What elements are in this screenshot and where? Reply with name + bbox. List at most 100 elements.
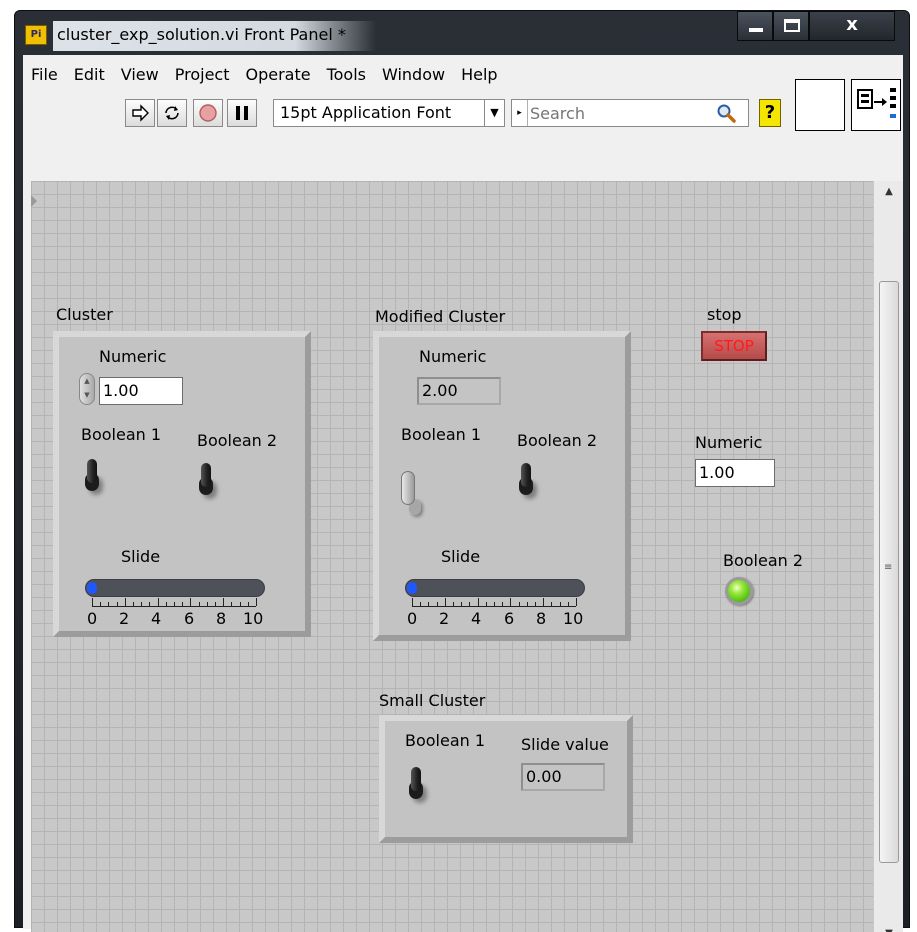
scale-tick: [576, 598, 577, 606]
scale-tick: [157, 598, 159, 606]
run-button[interactable]: [125, 99, 155, 127]
run-continuously-icon: [165, 106, 179, 120]
menu-help[interactable]: Help: [453, 61, 505, 89]
toggle-lever: [521, 463, 531, 487]
toggle-lever: [411, 767, 421, 791]
cluster-numeric-label: Numeric: [99, 347, 167, 366]
scale-tick: [453, 602, 454, 606]
panel-origin-marker: [31, 195, 37, 207]
scroll-up-icon[interactable]: ▲: [874, 181, 904, 203]
scale-tick: [116, 602, 118, 606]
cluster-numeric-control[interactable]: 1.00: [99, 377, 183, 405]
boolean2-led: [725, 577, 753, 605]
scale-tick: [223, 598, 225, 606]
small-boolean1-switch[interactable]: [409, 767, 423, 799]
scale-tick: [124, 598, 126, 606]
menu-operate[interactable]: Operate: [237, 61, 318, 89]
scale-tick: [485, 602, 487, 606]
scale-tick: [92, 598, 93, 606]
chevron-down-icon[interactable]: ▼: [484, 100, 504, 126]
menu-window[interactable]: Window: [374, 61, 453, 89]
scale-tick: [133, 602, 134, 606]
slide-value-label: Slide value: [521, 735, 609, 754]
numeric-indicator: 1.00: [695, 459, 775, 487]
front-panel-block-diagram-icon: [857, 88, 896, 118]
menu-tools[interactable]: Tools: [319, 61, 374, 89]
scale-tick: [551, 602, 553, 606]
cluster-boolean2-switch[interactable]: [199, 463, 213, 495]
stop-button[interactable]: STOP: [701, 331, 767, 361]
scale-tick: [198, 602, 200, 606]
scale-label-10: 10: [563, 609, 584, 628]
cluster-boolean1-switch[interactable]: [85, 459, 99, 491]
vi-icon-pane[interactable]: [851, 79, 901, 131]
scale-tick: [108, 602, 110, 606]
close-button[interactable]: x: [809, 11, 895, 41]
run-continuously-button[interactable]: [157, 99, 187, 127]
scale-tick: [510, 598, 512, 606]
title-bar[interactable]: Pi cluster_exp_solution.vi Front Panel *…: [15, 11, 909, 55]
menu-edit[interactable]: Edit: [66, 61, 113, 89]
cluster-boolean1-label: Boolean 1: [81, 425, 162, 444]
scale-tick: [206, 602, 208, 606]
menu-file[interactable]: File: [23, 61, 66, 89]
scale-tick: [444, 598, 446, 606]
scale-tick: [141, 602, 143, 606]
modified-cluster-label: Modified Cluster: [375, 307, 506, 326]
scale-tick: [149, 602, 151, 606]
scale-tick: [190, 598, 192, 606]
slide-fill: [87, 582, 97, 594]
pause-button[interactable]: [227, 99, 257, 127]
scroll-down-icon[interactable]: ▼: [874, 923, 904, 932]
run-arrow-icon: [132, 104, 149, 122]
scale-label-8: 8: [536, 609, 547, 628]
context-help-button[interactable]: ?: [759, 99, 781, 127]
modified-boolean2-label: Boolean 2: [517, 431, 598, 450]
modified-numeric-indicator: 2.00: [417, 377, 501, 405]
connector-pane[interactable]: [795, 79, 845, 131]
menu-project[interactable]: Project: [167, 61, 238, 89]
scale-label-6: 6: [184, 609, 195, 628]
scale-label-8: 8: [216, 609, 227, 628]
search-expand-icon[interactable]: ▸: [512, 100, 528, 126]
search-icon[interactable]: [716, 103, 736, 123]
scale-tick: [182, 602, 184, 606]
search-input[interactable]: [530, 102, 710, 124]
font-select[interactable]: 15pt Application Font ▼: [273, 99, 505, 127]
labview-vi-icon: Pi: [25, 25, 47, 45]
window-client: File Edit View Project Operate Tools Win…: [23, 55, 903, 932]
abort-button[interactable]: [193, 99, 223, 127]
scale-label-2: 2: [439, 609, 450, 628]
menu-view[interactable]: View: [113, 61, 167, 89]
scale-tick: [535, 602, 536, 606]
toolbar: 15pt Application Font ▼ ▸ ?: [23, 95, 793, 133]
vertical-scrollbar[interactable]: ▲ ≡ ▼: [873, 181, 903, 932]
maximize-button[interactable]: [773, 11, 809, 41]
cluster-slide[interactable]: [85, 579, 265, 597]
scale-label-0: 0: [87, 609, 98, 628]
scale-tick: [100, 602, 102, 606]
scale-tick: [231, 602, 233, 606]
toggle-lever: [87, 459, 97, 483]
modified-boolean1-label: Boolean 1: [401, 425, 482, 444]
pause-icon: [236, 106, 248, 120]
scale-tick: [502, 602, 504, 606]
maximize-icon: [784, 19, 800, 32]
scale-tick: [428, 602, 430, 606]
modified-slide-scale: [412, 598, 577, 607]
font-select-value: 15pt Application Font: [280, 103, 452, 122]
front-panel[interactable]: Cluster Numeric ▲ ▼ 1.00 Boolean 1 Boolea…: [31, 181, 873, 932]
vertical-scroll-thumb[interactable]: ≡: [879, 281, 899, 863]
close-icon: x: [846, 14, 858, 35]
minimize-button[interactable]: [737, 11, 773, 41]
scale-tick: [469, 602, 471, 606]
scale-label-10: 10: [243, 609, 264, 628]
numeric-increment-icon[interactable]: ▲ ▼: [79, 373, 95, 405]
scale-tick: [165, 602, 167, 606]
numeric-label: Numeric: [695, 433, 763, 452]
scale-label-0: 0: [407, 609, 418, 628]
boolean2-led-label: Boolean 2: [723, 551, 804, 570]
scale-tick: [567, 602, 569, 606]
scale-tick: [518, 602, 520, 606]
small-cluster-label: Small Cluster: [379, 691, 486, 710]
